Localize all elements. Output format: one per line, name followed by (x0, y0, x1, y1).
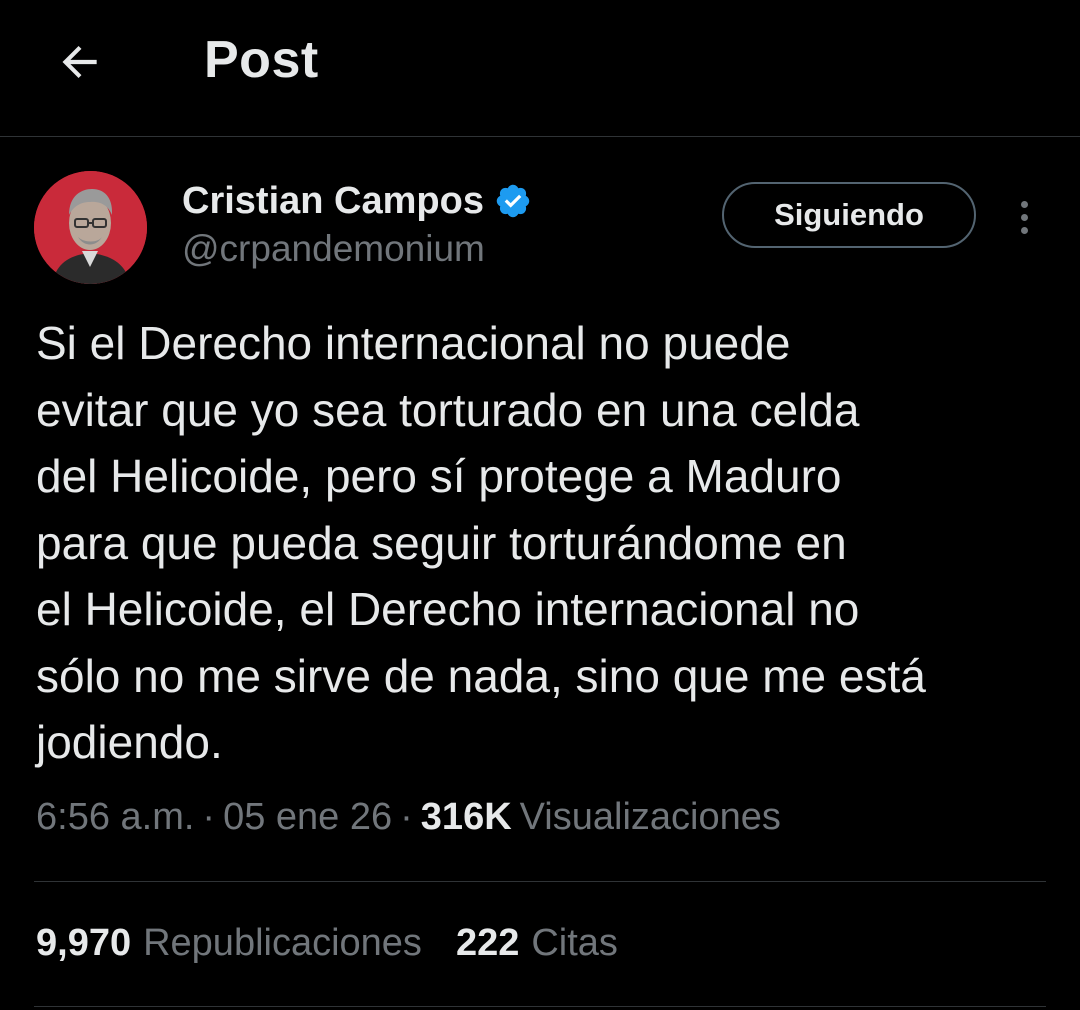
tweet-text-line: Si el Derecho internacional no puede (36, 317, 791, 369)
tweet-text-line: del Helicoide, pero sí protege a Maduro (36, 450, 842, 502)
author-display-name[interactable]: Cristian Campos (182, 180, 484, 223)
following-button[interactable]: Siguiendo (722, 182, 976, 248)
back-button[interactable] (48, 34, 112, 90)
tweet-stats: 9,970 Republicaciones 222 Citas (36, 922, 652, 965)
divider (34, 1006, 1046, 1007)
author-handle[interactable]: @crpandemonium (182, 228, 485, 270)
author-name-row[interactable]: Cristian Campos (182, 178, 532, 224)
avatar[interactable] (34, 171, 147, 284)
avatar-image (34, 171, 147, 284)
meta-separator: · (202, 796, 216, 838)
tweet-text: Si el Derecho internacional no puede evi… (36, 310, 1056, 776)
views-label: Visualizaciones (519, 796, 781, 838)
views-count: 316K (420, 796, 512, 838)
tweet-text-line: el Helicoide, el Derecho internacional n… (36, 583, 860, 635)
tweet-date[interactable]: 05 ene 26 (223, 796, 392, 839)
tweet-text-line: evitar que yo sea torturado en una celda (36, 383, 860, 436)
top-bar: Post (0, 0, 1080, 137)
quotes-count[interactable]: 222 (456, 922, 519, 965)
verified-badge-icon (494, 182, 532, 220)
reposts-label[interactable]: Republicaciones (143, 922, 422, 965)
tweet-text-line: sólo no me sirve de nada, sino que me es… (36, 649, 926, 702)
arrow-left-icon (62, 45, 97, 79)
page-title: Post (204, 31, 319, 89)
meta-separator: · (400, 796, 413, 838)
tweet-text-line: para que pueda seguir torturándome en (36, 516, 847, 569)
quotes-label[interactable]: Citas (531, 922, 618, 965)
more-vertical-icon (1020, 200, 1028, 208)
tweet-meta: 6:56 a.m. · 05 ene 26 · 316K Visualizaci… (36, 796, 781, 839)
reposts-count[interactable]: 9,970 (36, 922, 131, 965)
tweet-text-line: jodiendo. (36, 716, 223, 768)
tweet-time[interactable]: 6:56 a.m. (36, 796, 194, 839)
divider (34, 881, 1046, 882)
more-options-button[interactable] (1004, 192, 1044, 242)
